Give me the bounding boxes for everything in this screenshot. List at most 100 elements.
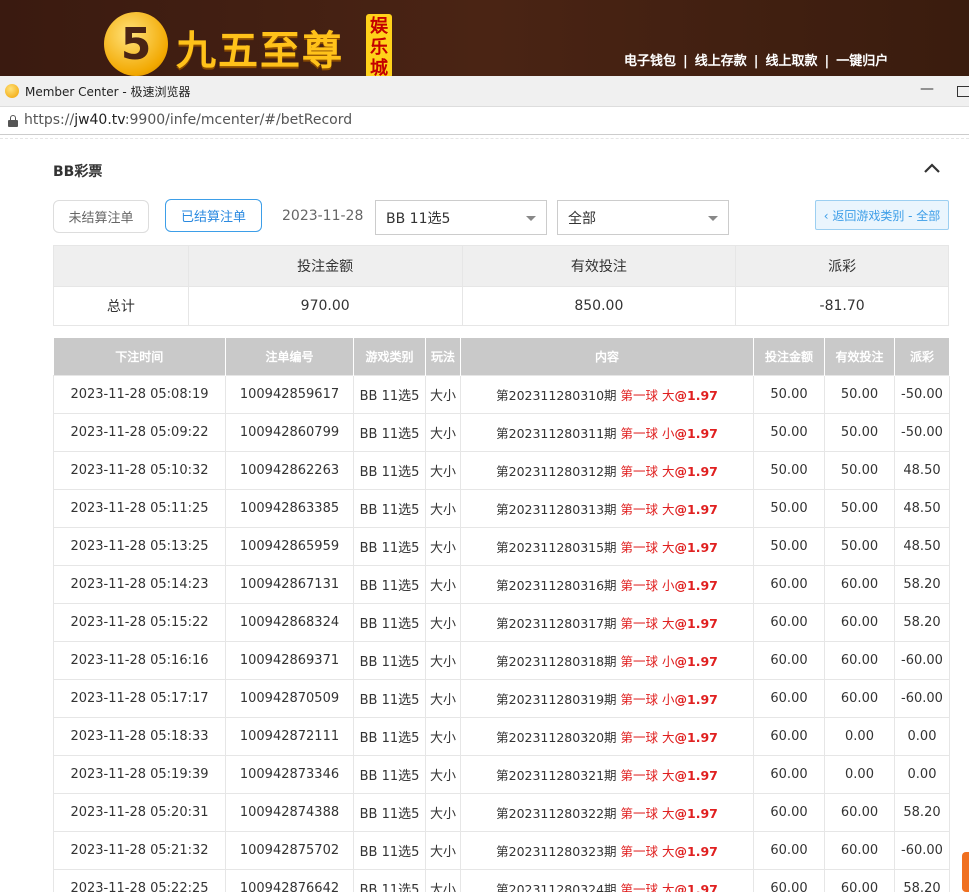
game-select[interactable]: BB 11选5 [375,200,547,235]
content-odds: @1.97 [674,729,718,745]
bet-amount-cell: 50.00 [753,374,825,414]
content-odds: @1.97 [674,615,718,631]
chevron-up-icon[interactable] [923,162,941,174]
content-odds: @1.97 [674,539,718,555]
url-host: jw40.tv [74,112,125,128]
content-period: 第202311280321期 [496,767,617,783]
nav-merge-link[interactable]: 一键归户 [836,54,888,69]
bet-time-cell: 2023-11-28 05:20:31 [53,792,226,832]
game-cell: BB 11选5 [353,792,426,832]
content-pick: 第一球 大 [620,387,675,403]
valid-bet-cell: 60.00 [824,564,895,604]
column-header: 投注金额 [753,338,825,375]
records-header-row: 下注时间 注单编号 游戏类别 玩法 内容 投注金额 有效投注 派彩 [53,338,950,375]
bet-time-cell: 2023-11-28 05:18:33 [53,716,226,756]
content-pick: 第一球 小 [620,691,675,707]
column-header: 派彩 [894,338,950,375]
site-logo-text: 九五至尊 [176,27,344,74]
bet-time-cell: 2023-11-28 05:15:22 [53,602,226,642]
table-row: 2023-11-28 05:21:32 100942875702 BB 11选5 大小… [53,830,950,870]
column-header: 有效投注 [824,338,895,375]
column-header: 注单编号 [225,338,354,375]
nav-wallet-link[interactable]: 电子钱包 [624,54,676,69]
content-period: 第202311280320期 [496,729,617,745]
content-period: 第202311280319期 [496,691,617,707]
content-odds: @1.97 [674,805,718,821]
minimize-icon[interactable]: — [920,81,934,97]
bet-id-cell: 100942870509 [225,678,354,718]
maximize-icon[interactable] [957,86,969,97]
table-row: 2023-11-28 05:15:22 100942868324 BB 11选5 大小… [53,602,950,642]
bet-amount-cell: 50.00 [753,412,825,452]
summary-total-label: 总计 [53,286,189,326]
bet-id-cell: 100942863385 [225,488,354,528]
summary-header-payout: 派彩 [735,245,949,287]
game-cell: BB 11选5 [353,564,426,604]
content-cell: 第202311280311期 第一球 小@1.97 [460,412,754,452]
play-cell: 大小 [425,488,461,528]
table-row: 2023-11-28 05:19:39 100942873346 BB 11选5 大小… [53,754,950,794]
game-cell: BB 11选5 [353,412,426,452]
content-pick: 第一球 小 [620,653,675,669]
play-cell: 大小 [425,412,461,452]
caret-down-icon [526,216,536,221]
valid-bet-cell: 60.00 [824,868,895,892]
valid-bet-cell: 50.00 [824,374,895,414]
bet-time-cell: 2023-11-28 05:21:32 [53,830,226,870]
play-cell: 大小 [425,640,461,680]
column-header: 内容 [460,338,754,375]
game-cell: BB 11选5 [353,602,426,642]
content-pick: 第一球 大 [620,805,675,821]
play-cell: 大小 [425,564,461,604]
type-select[interactable]: 全部 [557,200,729,235]
payout-cell: 58.20 [894,792,950,832]
content-pick: 第一球 大 [620,539,675,555]
bet-id-cell: 100942876642 [225,868,354,892]
column-header: 下注时间 [53,338,226,375]
valid-bet-cell: 60.00 [824,792,895,832]
bet-id-cell: 100942872111 [225,716,354,756]
floating-scroll-tab[interactable] [962,852,969,892]
content-period: 第202311280318期 [496,653,617,669]
content-odds: @1.97 [674,577,718,593]
summary-table: 投注金额 有效投注 派彩 总计 970.00 850.00 -81.70 [53,245,949,326]
address-bar[interactable]: https://jw40.tv:9900/infe/mcenter/#/betR… [0,107,969,135]
content-odds: @1.97 [674,653,718,669]
valid-bet-cell: 50.00 [824,488,895,528]
bet-amount-cell: 60.00 [753,754,825,794]
game-cell: BB 11选5 [353,754,426,794]
settled-button[interactable]: 已结算注单 [165,199,262,232]
play-cell: 大小 [425,754,461,794]
summary-bet-amount: 970.00 [187,286,463,326]
bet-amount-cell: 60.00 [753,792,825,832]
unsettled-button[interactable]: 未结算注单 [53,200,149,233]
site-logo-tag: 娱乐城 [366,14,392,76]
content-odds: @1.97 [674,463,718,479]
content-cell: 第202311280324期 第一球 大@1.97 [460,868,754,892]
table-row: 2023-11-28 05:08:19 100942859617 BB 11选5 大小… [53,374,950,414]
game-select-value: BB 11选5 [386,210,451,227]
nav-deposit-link[interactable]: 线上存款 [695,54,747,69]
content-cell: 第202311280315期 第一球 大@1.97 [460,526,754,566]
game-cell: BB 11选5 [353,868,426,892]
bet-time-cell: 2023-11-28 05:13:25 [53,526,226,566]
content-period: 第202311280324期 [496,881,617,892]
game-cell: BB 11选5 [353,830,426,870]
play-cell: 大小 [425,526,461,566]
content-odds: @1.97 [674,501,718,517]
column-header: 玩法 [425,338,461,375]
game-cell: BB 11选5 [353,526,426,566]
content-period: 第202311280323期 [496,843,617,859]
window-titlebar: Member Center - 极速浏览器 — [0,76,969,107]
nav-withdraw-link[interactable]: 线上取款 [766,54,818,69]
play-cell: 大小 [425,450,461,490]
date-picker[interactable]: 2023-11-28 [282,208,363,224]
payout-cell: 0.00 [894,754,950,794]
content-pick: 第一球 小 [620,425,675,441]
content-period: 第202311280311期 [496,425,617,441]
site-logo-icon[interactable]: 5 [104,12,168,76]
bet-id-cell: 100942873346 [225,754,354,794]
back-to-categories-button[interactable]: ‹ 返回游戏类别 - 全部 [815,200,949,230]
url-text[interactable]: https://jw40.tv:9900/infe/mcenter/#/betR… [24,112,352,128]
content-cell: 第202311280317期 第一球 大@1.97 [460,602,754,642]
